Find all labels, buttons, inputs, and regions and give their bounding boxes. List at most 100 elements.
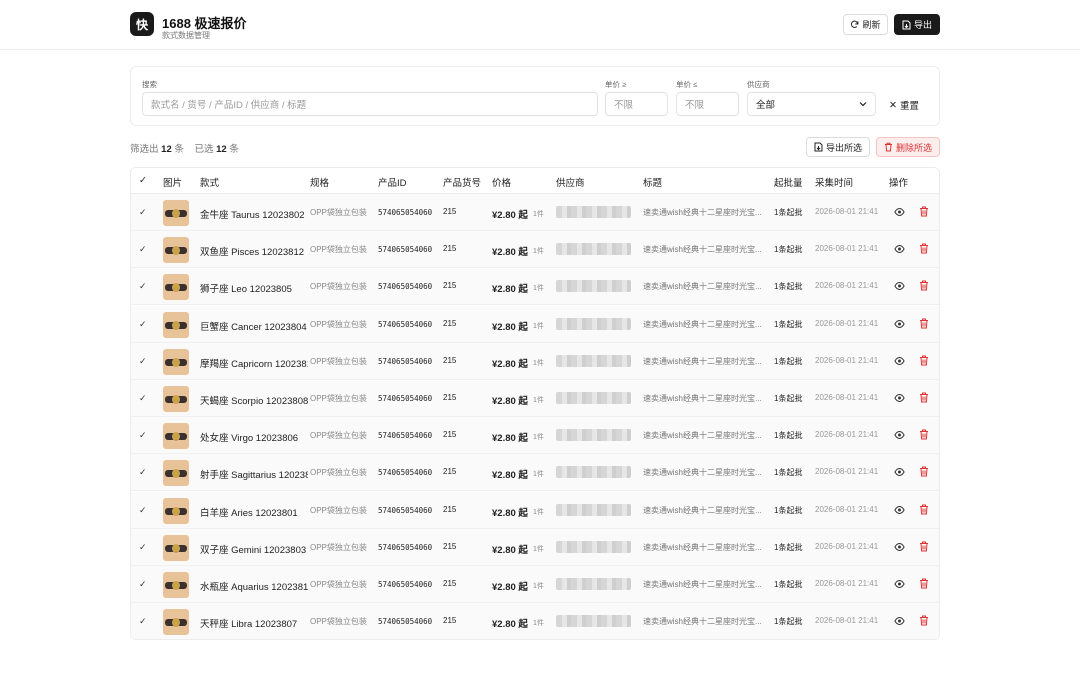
product-spec: OPP袋独立包装 [310, 282, 367, 292]
min-order-qty: 1条起批 [774, 282, 803, 292]
product-title: 速卖通wish经典十二星座时光宝... [643, 282, 761, 292]
supplier-blurred [556, 540, 631, 553]
product-sku: 215 [443, 504, 457, 514]
table-row[interactable]: ✓ 双子座 Gemini 12023803 OPP袋独立包装 574065054060… [131, 528, 939, 566]
collected-time: 2026-08-01 21:41 [815, 616, 879, 626]
row-checkbox[interactable]: ✓ [139, 467, 147, 478]
row-checkbox[interactable]: ✓ [139, 393, 147, 404]
view-icon[interactable] [894, 206, 905, 218]
row-checkbox[interactable]: ✓ [139, 616, 147, 627]
reset-button[interactable]: ✕ 重置 [889, 98, 919, 113]
trash-icon[interactable] [919, 465, 929, 478]
table-row[interactable]: ✓ 水瓶座 Aquarius 12023811 OPP袋独立包装 5740650540… [131, 566, 939, 603]
trash-icon[interactable] [919, 614, 929, 627]
view-icon[interactable] [894, 355, 905, 367]
product-price: ¥2.80 起 [492, 582, 528, 593]
product-id: 574065054060 [378, 431, 433, 441]
table-row[interactable]: ✓ 天蝎座 Scorpio 12023808 OPP袋独立包装 57406505406… [131, 380, 939, 417]
product-title: 速卖通wish经典十二星座时光宝... [643, 356, 761, 366]
view-icon[interactable] [894, 578, 905, 590]
product-price: ¥2.80 起 [492, 544, 528, 556]
row-checkbox[interactable]: ✓ [139, 356, 147, 367]
view-icon[interactable] [894, 615, 905, 627]
min-order-qty: 1条起批 [774, 394, 803, 403]
supplier-blurred [556, 392, 631, 404]
column-header: 产品货号 [443, 178, 482, 189]
price-unit: 1件 [533, 397, 544, 404]
product-name: 水瓶座 Aquarius 12023811 [200, 582, 308, 593]
table-row[interactable]: ✓ 金牛座 Taurus 12023802 OPP袋独立包装 574065054060… [131, 194, 939, 231]
view-icon[interactable] [894, 504, 905, 516]
view-icon[interactable] [894, 280, 905, 292]
collected-time: 2026-08-01 21:41 [815, 541, 879, 551]
refresh-button[interactable]: 刷新 [843, 14, 888, 35]
product-thumbnail [163, 497, 189, 524]
selected-prefix: 已选 [194, 144, 214, 155]
row-checkbox[interactable]: ✓ [139, 244, 147, 255]
supplier-select[interactable]: 全部 [747, 92, 876, 116]
delete-selected-button[interactable]: 删除所选 [876, 137, 940, 157]
search-input[interactable]: 款式名 / 货号 / 产品ID / 供应商 / 标题 [142, 92, 598, 116]
view-icon[interactable] [894, 541, 905, 553]
view-icon[interactable] [894, 392, 905, 404]
table-row[interactable]: ✓ 天秤座 Libra 12023807 OPP袋独立包装 574065054060 2… [131, 603, 939, 639]
table-row[interactable]: ✓ 巨蟹座 Cancer 12023804 OPP袋独立包装 574065054060… [131, 305, 939, 343]
collected-time: 2026-08-01 21:41 [815, 244, 879, 254]
row-checkbox[interactable]: ✓ [139, 430, 147, 441]
filtered-count: 12 [161, 144, 172, 155]
product-thumbnail [163, 460, 189, 487]
collected-time: 2026-08-01 21:41 [815, 355, 879, 365]
trash-icon[interactable] [919, 205, 929, 218]
view-icon[interactable] [894, 429, 905, 441]
table-row[interactable]: ✓ 摩羯座 Capricorn 12023810 OPP袋独立包装 574065054… [131, 342, 939, 380]
table-row[interactable]: ✓ 白羊座 Aries 12023801 OPP袋独立包装 574065054060 2… [131, 491, 939, 529]
products-table: ✓ 图片 款式 规格 产品ID 产品货号 价格 供应商 标题 起批量 采集时间 … [130, 167, 940, 640]
trash-icon[interactable] [919, 540, 929, 553]
export-button[interactable]: 导出 [894, 14, 940, 35]
view-icon[interactable] [894, 318, 905, 330]
view-icon[interactable] [894, 466, 905, 478]
min-order-qty: 1条起批 [774, 468, 803, 478]
product-sku: 215 [443, 355, 457, 365]
product-name: 摩羯座 Capricorn 12023810 [200, 358, 308, 370]
supplier-blurred [556, 317, 631, 330]
trash-icon[interactable] [919, 428, 929, 441]
min-order-qty: 1条起批 [774, 431, 803, 441]
price-min-input[interactable]: 不限 [605, 92, 668, 116]
product-id: 574065054060 [378, 617, 433, 627]
column-header: 标题 [643, 178, 663, 189]
product-price: ¥2.80 起 [492, 321, 528, 333]
row-checkbox[interactable]: ✓ [139, 505, 147, 516]
table-row[interactable]: ✓ 狮子座 Leo 12023805 OPP袋独立包装 574065054060 215… [131, 268, 939, 306]
collected-time: 2026-08-01 21:41 [815, 207, 879, 216]
price-max-input[interactable]: 不限 [676, 92, 739, 116]
select-all-checkbox[interactable]: ✓ [139, 175, 147, 186]
trash-icon[interactable] [919, 242, 929, 255]
product-name: 狮子座 Leo 12023805 [200, 284, 292, 296]
product-spec: OPP袋独立包装 [310, 431, 367, 441]
trash-icon[interactable] [919, 503, 929, 516]
trash-icon[interactable] [919, 577, 929, 590]
product-thumbnail [163, 200, 189, 226]
trash-icon[interactable] [919, 391, 929, 404]
trash-icon[interactable] [919, 317, 929, 330]
product-name: 射手座 Sagittarius 12023809 [200, 470, 308, 482]
table-row[interactable]: ✓ 处女座 Virgo 12023806 OPP袋独立包装 574065054060 2… [131, 417, 939, 455]
table-row[interactable]: ✓ 双鱼座 Pisces 12023812 OPP袋独立包装 574065054060… [131, 231, 939, 269]
trash-icon[interactable] [919, 354, 929, 367]
trash-icon[interactable] [919, 279, 929, 292]
supplier-blurred [556, 243, 631, 256]
view-icon[interactable] [894, 243, 905, 255]
product-id: 574065054060 [378, 505, 433, 515]
download-file-icon [902, 20, 911, 29]
row-checkbox[interactable]: ✓ [139, 542, 147, 553]
row-checkbox[interactable]: ✓ [139, 207, 147, 218]
row-checkbox[interactable]: ✓ [139, 319, 147, 330]
row-checkbox[interactable]: ✓ [139, 579, 147, 590]
product-spec: OPP袋独立包装 [310, 394, 367, 403]
column-header: 起批量 [774, 178, 803, 189]
product-thumbnail [163, 609, 189, 636]
table-row[interactable]: ✓ 射手座 Sagittarius 12023809OPP袋独立包装 5740650… [131, 454, 939, 492]
row-checkbox[interactable]: ✓ [139, 281, 147, 292]
export-selected-button[interactable]: 导出所选 [806, 137, 870, 157]
